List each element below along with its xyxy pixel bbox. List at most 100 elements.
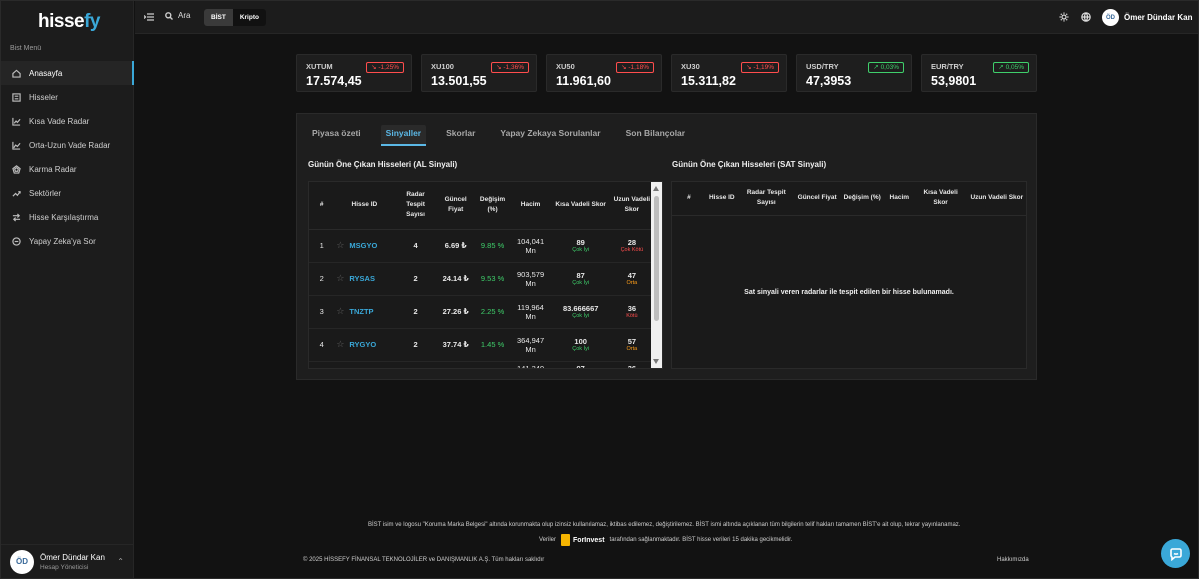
column-header[interactable]: Güncel Fiyat <box>436 182 475 230</box>
table-row[interactable]: 1 ☆ MSGYO 4 6.69 ₺ 9.85 % 104,041 Mn 89 Çok… <box>309 229 653 263</box>
column-header[interactable]: Radar Tespit Sayısı <box>394 182 437 230</box>
ticker-symbol[interactable]: RYSAS <box>349 274 375 283</box>
column-header[interactable]: Kısa Vadeli Skor <box>913 182 968 216</box>
star-icon[interactable]: ☆ <box>336 273 344 283</box>
footer-data-source: Veriler ForInvest tarafından sağlanmakta… <box>539 534 793 546</box>
column-header[interactable]: Hisse ID <box>334 182 395 230</box>
star-icon[interactable]: ☆ <box>336 240 344 250</box>
column-header[interactable]: Uzun Vadeli Skor <box>610 182 653 230</box>
ticker-card[interactable]: XU30 ↘ -1,19% 15.311,82 <box>671 54 787 92</box>
sidebar-item[interactable]: Yapay Zeka'ya Sor <box>1 229 134 253</box>
sidebar-menu: Anasayfa Hisseler Kısa Vade Radar Orta-Uzun… <box>1 61 134 253</box>
volume-unit: Mn <box>525 245 536 255</box>
ticker-symbol[interactable]: TNZTP <box>349 307 373 316</box>
about-link[interactable]: Hakkımızda <box>997 557 1029 563</box>
scroll-down-icon[interactable] <box>653 359 659 364</box>
segment-bist[interactable]: BİST <box>204 9 233 26</box>
globe-icon[interactable] <box>1081 12 1091 22</box>
sidebar-item[interactable]: Orta-Uzun Vade Radar <box>1 133 134 157</box>
tab[interactable]: Piyasa özeti <box>307 125 366 146</box>
ticker-symbol[interactable]: MSGYO <box>349 241 377 250</box>
scroll-up-icon[interactable] <box>653 186 659 191</box>
short-score: 100 <box>574 336 587 346</box>
change-percent: 9.53 % <box>474 262 511 296</box>
tab[interactable]: Yapay Zekaya Sorulanlar <box>495 125 605 146</box>
menu-toggle-icon[interactable] <box>143 12 154 22</box>
scrollbar[interactable] <box>651 182 662 368</box>
chart-line-icon <box>12 117 21 126</box>
change-percent: 2.25 % <box>474 295 511 329</box>
radar-count: 2 <box>394 295 437 329</box>
avatar: ÖD <box>1102 9 1119 26</box>
star-icon[interactable]: ☆ <box>336 306 344 316</box>
segment-kripto[interactable]: Kripto <box>233 9 266 26</box>
sidebar-item[interactable]: Anasayfa <box>1 61 134 85</box>
sidebar-user[interactable]: ÖD Ömer Dündar Kan Hesap Yöneticisi ⌃ <box>1 544 134 578</box>
table-row[interactable]: 3 ☆ TNZTP 2 27.26 ₺ 2.25 % 119,964 Mn 83.6… <box>309 295 653 329</box>
search-button[interactable]: Ara <box>165 11 190 20</box>
star-icon[interactable]: ☆ <box>336 339 344 349</box>
tab-bar: Piyasa özeti Sinyaller Skorlar Yapay Zekaya… <box>307 125 690 146</box>
column-header[interactable]: Değişim (%) <box>839 182 885 216</box>
ticker-card[interactable]: USD/TRY ↗ 0,03% 47,3953 <box>796 54 912 92</box>
ticker-card[interactable]: XU100 ↘ -1,36% 13.501,55 <box>421 54 537 92</box>
ticker-card[interactable]: XUTUM ↘ -1,25% 17.574,45 <box>296 54 412 92</box>
sidebar-item[interactable]: Hisse Karşılaştırma <box>1 205 134 229</box>
ticker-value: 53,9801 <box>931 74 977 88</box>
ticker-value: 47,3953 <box>806 74 852 88</box>
list-icon <box>12 92 21 102</box>
column-header[interactable]: Kısa Vadeli Skor <box>550 182 611 230</box>
ticker-card[interactable]: EUR/TRY ↗ 0,05% 53,9801 <box>921 54 1037 92</box>
long-score: 47 <box>627 270 637 280</box>
long-score-label: Çok Kötü <box>620 246 644 253</box>
user-role: Hesap Yöneticisi <box>40 563 89 571</box>
ticker-change: ↗ 0,05% <box>993 62 1029 73</box>
sidebar-item[interactable]: Sektörler <box>1 181 134 205</box>
table-row[interactable]: 4 ☆ RYGYO 2 37.74 ₺ 1.45 % 364,947 Mn 100 Ç… <box>309 328 653 362</box>
column-header[interactable]: Güncel Fiyat <box>794 182 840 216</box>
user-menu[interactable]: ÖD Ömer Dündar Kan <box>1102 9 1192 26</box>
column-header[interactable]: Radar Tespit Sayısı <box>737 182 795 216</box>
chat-button[interactable] <box>1161 539 1190 568</box>
tab[interactable]: Sinyaller <box>380 125 427 146</box>
tab[interactable]: Skorlar <box>441 125 480 146</box>
short-score-cell: 89 Çok İyi <box>550 229 611 263</box>
ticker-cell[interactable]: ☆ MSGYO <box>334 229 395 263</box>
app-logo[interactable]: hissefy <box>38 11 100 33</box>
radar-count: 2 <box>394 328 437 362</box>
sell-section-title: Günün Öne Çıkan Hisseleri (SAT Sinyali) <box>672 160 827 169</box>
user-name: Ömer Dündar Kan <box>1124 13 1193 22</box>
table-row[interactable]: 2 ☆ RYSAS 2 24.14 ₺ 9.53 % 903,579 Mn 87 Ço… <box>309 262 653 296</box>
ticker-cell[interactable]: ☆ TNZTP <box>334 295 395 329</box>
table-row[interactable]: 141,349 97 36 <box>309 361 653 368</box>
sidebar-item-label: Karma Radar <box>29 164 77 174</box>
ticker-cell[interactable] <box>334 361 395 368</box>
radar-count: 2 <box>394 262 437 296</box>
column-header[interactable]: Değişim (%) <box>474 182 511 230</box>
sidebar-item[interactable]: Hisseler <box>1 85 134 109</box>
sun-icon[interactable] <box>1059 12 1069 22</box>
row-number: 1 <box>309 229 335 263</box>
long-score-label: Orta <box>626 345 638 352</box>
column-header[interactable]: # <box>309 182 335 230</box>
short-score-label: Çok İyi <box>572 279 590 286</box>
scroll-thumb[interactable] <box>654 196 659 321</box>
ticker-card[interactable]: XU50 ↘ -1,18% 11.961,60 <box>546 54 662 92</box>
column-header[interactable]: Hacim <box>510 182 551 230</box>
ticker-cell[interactable]: ☆ RYSAS <box>334 262 395 296</box>
sidebar-item[interactable]: Kısa Vade Radar <box>1 109 134 133</box>
long-score-cell: 36 <box>610 361 653 368</box>
row-number: 2 <box>309 262 335 296</box>
ticker-cell[interactable]: ☆ RYGYO <box>334 328 395 362</box>
tab[interactable]: Son Bilançolar <box>621 125 691 146</box>
ticker-change: ↘ -1,19% <box>741 62 779 73</box>
column-header[interactable]: Hisse ID <box>705 182 738 216</box>
ticker-change: ↘ -1,18% <box>616 62 654 73</box>
sidebar-item[interactable]: Karma Radar <box>1 157 134 181</box>
long-score-cell: 57 Orta <box>610 328 653 362</box>
column-header[interactable]: # <box>672 182 706 216</box>
ticker-symbol[interactable]: RYGYO <box>349 340 376 349</box>
chevron-up-icon[interactable]: ⌃ <box>117 557 124 566</box>
column-header[interactable]: Hacim <box>884 182 914 216</box>
column-header[interactable]: Uzun Vadeli Skor <box>967 182 1026 216</box>
